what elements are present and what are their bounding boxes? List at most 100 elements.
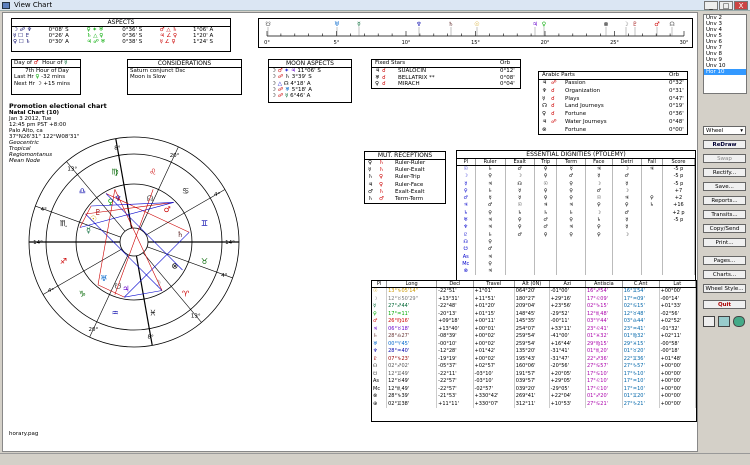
wheel-select[interactable]: Wheel ▾ [703,126,746,135]
house-list-item[interactable]: Hor 10 [704,69,746,75]
planet-value: -05°37' [436,363,474,371]
planet-value: +20°05' [549,370,586,378]
house-system-list[interactable]: Unv 2 Unv 3 Unv 4 Unv 5 Unv 6 Unv 7 Unv 8 Unv 9… [703,14,747,94]
reports-button[interactable]: Reports... [703,196,746,205]
wheel-style-button[interactable]: Wheel Style... [703,284,746,293]
redraw-button[interactable]: ReDraw [703,140,746,149]
planet-value: 22°♊36' [622,355,660,363]
dignity-score [662,253,696,261]
dignity-cell [612,268,642,276]
planet-value: -00°18' [659,348,697,356]
planet-value: 17°♋10' [585,370,623,378]
dignity-cell [641,209,663,218]
dignity-cell: ☽ [585,209,613,218]
planet-row: ♇ 07°♑23' -19°19' +00°02' 195°43' -31°47' 22°♐… [372,355,697,363]
dignity-cell: ♂ [475,202,506,210]
essential-dignities-panel: ESSENTIAL DIGNITIES (PTOLEMY) Pl Ruler Exa… [456,150,696,282]
globe-icon[interactable] [733,316,745,327]
dignity-cell [505,238,535,247]
rectify-button[interactable]: Rectify... [703,168,746,177]
dignity-row: ☉ ♄ ♂ ♀ ☿ ♃ ☽ ♃ -5 p [457,165,696,174]
print-button[interactable]: Print... [703,238,746,247]
planet-value: -31°41' [549,348,586,356]
planet-value: 01°♓32' [585,333,623,341]
aspect-orb: 0°38' S [122,39,143,45]
planet-value: +02°52' [659,318,697,326]
transits-button[interactable]: Transits... [703,210,746,219]
part-name: Organization [565,87,601,94]
trine-icon: △ [277,80,282,87]
cusp-degree: 8° [148,335,154,341]
dignity-score [662,231,696,239]
mutual-receptions-panel: MUT. RECEPTIONS ♀ ♄ Ruler-Ruler ☿ ♄ Ruler-Exa… [364,151,446,204]
dignity-cell: ♂ [612,173,642,181]
dignity-cell [612,260,642,269]
minimize-button[interactable]: _ [704,1,718,10]
planet-value: 03°♎44' [622,318,660,326]
print-preview-icon[interactable] [718,316,730,327]
planet-value: 148°45' [514,310,550,318]
aspect-icon: ☌ [551,111,555,118]
status-bar [0,453,750,465]
planet-value: +01°20' [473,303,515,311]
venus-icon: ♀ [35,74,40,81]
copy-send-button[interactable]: Copy/Send [703,224,746,233]
reception-row: ♂ ♄ Exalt-Exalt [365,189,445,196]
dignity-cell: ♀ [534,165,558,174]
swap-button[interactable]: Swap [703,154,746,163]
monitor-icon[interactable] [703,316,715,327]
planet-positions-table: Pl Long Decl Travel Alt (0N) Azi Antiscia C.Ant… [372,281,697,408]
planet-glyph: ♅ [372,340,388,348]
planet-glyph: ⊕ [372,400,388,408]
pages-button[interactable]: Pages... [703,256,746,265]
dignity-cell: ♀ [457,187,476,196]
planet-icon: ☿ [86,226,91,235]
planet-value: -29°05' [549,385,586,393]
planet-icon: ⊗ [171,262,178,271]
planet-value: -22°57' [436,385,474,393]
aspects-table: ☽ ☍ ♆ 0°08' S ♀ ✶ ♅ 0°36' S ♂ △ ♄ 1°06' A ☿ ☐ … [12,27,230,45]
cusp-degree: 20° [89,327,99,333]
planet-value: +22°04' [549,393,586,401]
day-hour-row: Day of ♂ Hour of ☿ [12,60,80,68]
conjunction-icon: ☌ [382,81,386,87]
dignity-cell [585,268,613,276]
dignity-cell: ☿ [556,165,586,174]
close-button[interactable]: X [734,1,748,10]
dignity-row: ♀ ♄ ☿ ♀ ♀ ♂ ☽ +7 [457,187,696,196]
dignity-cell: ♂ [505,231,535,239]
planet-value: -00°14' [659,295,697,303]
planet-value: -01°00' [549,287,586,296]
dignity-cell: ♀ [585,202,613,210]
dignity-cell: ♄ [475,231,506,239]
charts-button[interactable]: Charts... [703,270,746,279]
planet-value: -22°57' [436,378,474,386]
dignity-cell [612,246,642,254]
maximize-button[interactable]: □ [719,1,733,10]
mercury-icon: ☿ [64,60,68,66]
last-hour-label: Last Hr [14,74,34,81]
dignity-score: -5 p [662,217,696,225]
dignity-cell [585,246,613,254]
dignity-cell [556,253,586,261]
quit-button[interactable]: Quit [703,300,746,309]
cusp-degree: 20° [170,153,180,159]
ruler-tick-label: 30° [680,40,689,46]
aspect-pair: ☿ ∠ ♀ [159,39,176,45]
fixed-stars-panel: Fixed Stars Orb ♃ ☌ SUALOCIN 0°12' ♅ ☌ BELLATR… [371,59,521,89]
considerations-title: CONSIDERATIONS [128,60,241,68]
dignity-cell [556,260,586,269]
save-button[interactable]: Save... [703,182,746,191]
aspects-panel: ASPECTS ☽ ☍ ♆ 0°08' S ♀ ✶ ♅ 0°36' S ♂ △ ♄ 1°0… [11,18,231,52]
chart-wheel[interactable]: 14° 4° 20° 8° 13° 4° 14° 4° 20° 8° 13° 4° ♐ ♑ ♒ ♓ ♈ ♉ ♊ ♋ ♌ ♍… [25,133,243,351]
dignity-row: ☊ ♀ [457,238,696,247]
dignity-cell: ⊗ [457,268,476,276]
planet-value: 269°41' [514,393,550,401]
dignity-cell: ♃ [475,180,506,188]
ruler-tick-label: 20° [541,40,550,46]
ruler-tick-label: 25° [610,40,619,46]
arabic-parts-panel: Arabic Parts Orb ♃ ☍ Passion 0°32' ♆ ☌ Organiz… [538,71,688,135]
planet-icon: ♄ [368,174,373,181]
planet-glyph: ♆ [372,348,388,356]
planet-glyph: ☋ [372,370,388,378]
